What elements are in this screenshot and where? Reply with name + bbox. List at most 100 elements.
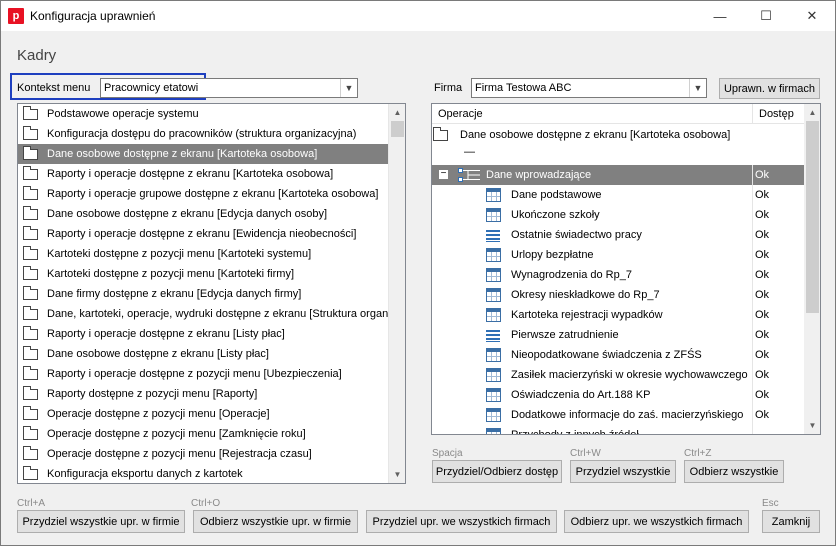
tree-item-label: Dane podstawowe [511,189,602,201]
table-icon [486,308,501,322]
tree-item-row[interactable]: Zasiłek macierzyński w okresie wychowawc… [432,365,805,385]
tree-item-access: Ok [755,269,770,281]
maximize-button[interactable]: ☐ [743,1,789,31]
list-item[interactable]: Konfiguracja eksportu danych z kartotek [18,464,390,483]
list-item[interactable]: Raporty i operacje dostępne z pozycji me… [18,364,390,384]
grant-all-in-firm-button[interactable]: Przydziel wszystkie upr. w firmie [17,510,185,533]
column-dostep[interactable]: Dostęp [759,108,794,120]
folder-icon [23,145,38,160]
list-item[interactable]: Operacje dostępne z pozycji menu [Rejest… [18,444,390,464]
chevron-down-icon[interactable]: ▼ [340,79,357,97]
list-item[interactable]: Raporty dostępne z pozycji menu [Raporty… [18,384,390,404]
collapse-icon[interactable]: − [438,169,449,180]
tree-item-label: Nieopodatkowane świadczenia z ZFŚS [511,349,702,361]
close-window-button[interactable]: ✕ [789,1,835,31]
tree-item-row[interactable]: Ukończone szkoły Ok [432,205,805,225]
tree-item-row[interactable]: Wynagrodzenia do Rp_7 Ok [432,265,805,285]
grant-all-button[interactable]: Przydziel wszystkie [570,460,676,483]
hint-ctrl-z: Ctrl+Z [684,448,712,459]
tree-scrollbar[interactable]: ▲ ▼ [804,104,820,434]
hint-esc: Esc [762,498,779,509]
toggle-access-button[interactable]: Przydziel/Odbierz dostęp [432,460,562,483]
list-item[interactable]: Raporty i operacje dostępne z ekranu [Li… [18,324,390,344]
column-divider [752,104,753,124]
list-item[interactable]: Raporty i operacje dostępne z ekranu [Ew… [18,224,390,244]
list-item[interactable]: Raporty i operacje dostępne z ekranu [Ka… [18,164,390,184]
context-label: Kontekst menu [17,82,91,94]
scroll-down-icon[interactable]: ▼ [804,417,820,434]
tree-group-row[interactable]: − Dane wprowadzające Ok [432,165,805,185]
permission-groups-list[interactable]: Konfiguracja eksportu danych z kartotek O… [17,103,406,484]
tree-item-access: Ok [755,289,770,301]
tree-root-row[interactable]: Dane osobowe dostępne z ekranu [Kartotek… [432,125,805,145]
folder-icon [23,285,38,300]
grant-in-all-firms-button[interactable]: Przydziel upr. we wszystkich firmach [366,510,557,533]
tree-item-label: Zasiłek macierzyński w okresie wychowawc… [511,369,748,381]
folder-icon [23,265,38,280]
revoke-in-all-firms-button[interactable]: Odbierz upr. we wszystkich firmach [564,510,749,533]
tree-item-row[interactable]: Oświadczenia do Art.188 KP Ok [432,385,805,405]
table-icon [486,208,501,222]
scroll-thumb[interactable] [806,121,819,313]
tree-item-row[interactable]: Przychody z innych źródeł [432,425,805,434]
list-item[interactable]: Dane osobowe dostępne z ekranu [Edycja d… [18,204,390,224]
scroll-up-icon[interactable]: ▲ [804,104,820,121]
folder-icon [23,445,38,460]
close-button[interactable]: Zamknij [762,510,820,533]
list-item-label: Raporty i operacje dostępne z ekranu [Li… [47,328,285,340]
list-item[interactable]: Dane osobowe dostępne z ekranu [Kartotek… [18,144,390,164]
stack-icon [486,328,500,342]
list-item-label: Dane osobowe dostępne z ekranu [Kartotek… [47,148,318,160]
list-item[interactable]: Podstawowe operacje systemu [18,104,390,124]
list-item[interactable]: Dane firmy dostępne z ekranu [Edycja dan… [18,284,390,304]
tree-item-access: Ok [755,409,770,421]
tree-item-row[interactable]: Urlopy bezpłatne Ok [432,245,805,265]
tree-item-row[interactable]: Pierwsze zatrudnienie Ok [432,325,805,345]
folder-icon [23,465,38,480]
minimize-button[interactable]: — [697,1,743,31]
chevron-down-icon[interactable]: ▼ [689,79,706,97]
tree-item-label: Dodatkowe informacje do zaś. macierzyńsk… [511,409,744,421]
hint-ctrl-o: Ctrl+O [191,498,221,509]
column-divider [752,185,753,205]
list-item[interactable]: Dane osobowe dostępne z ekranu [Listy pł… [18,344,390,364]
revoke-all-in-firm-button[interactable]: Odbierz wszystkie upr. w firmie [193,510,358,533]
context-menu-select[interactable]: Pracownicy etatowi ▼ [100,78,358,98]
list-item-label: Dane osobowe dostępne z ekranu [Listy pł… [47,348,269,360]
folder-icon [23,365,38,380]
tree-item-row[interactable]: Dodatkowe informacje do zaś. macierzyńsk… [432,405,805,425]
tree-item-row[interactable]: Ostatnie świadectwo pracy Ok [432,225,805,245]
list-item[interactable]: Operacje dostępne z pozycji menu [Operac… [18,404,390,424]
tree-item-row[interactable]: Kartoteka rejestracji wypadków Ok [432,305,805,325]
table-icon [486,268,501,282]
column-divider [752,245,753,265]
tree-item-row[interactable]: Nieopodatkowane świadczenia z ZFŚS Ok [432,345,805,365]
firm-permissions-button[interactable]: Uprawn. w firmach [719,78,820,99]
list-item-label: Kartoteki dostępne z pozycji menu [Karto… [47,248,312,260]
list-item[interactable]: Kartoteki dostępne z pozycji menu [Karto… [18,264,390,284]
context-value: Pracownicy etatowi [104,82,199,94]
revoke-all-button[interactable]: Odbierz wszystkie [684,460,784,483]
list-scrollbar[interactable]: ▲ ▼ [388,104,405,483]
tree-item-row[interactable]: Okresy nieskładkowe do Rp_7 Ok [432,285,805,305]
tree-item-row[interactable]: Dane podstawowe Ok [432,185,805,205]
list-item[interactable]: Kartoteki dostępne z pozycji menu [Karto… [18,244,390,264]
firma-select[interactable]: Firma Testowa ABC ▼ [471,78,707,98]
column-divider [752,325,753,345]
column-divider [752,305,753,325]
tree-item-label: Okresy nieskładkowe do Rp_7 [511,289,660,301]
list-item[interactable]: Dane, kartoteki, operacje, wydruki dostę… [18,304,390,324]
scroll-up-icon[interactable]: ▲ [389,104,405,121]
column-operacje[interactable]: Operacje [438,108,483,120]
scroll-down-icon[interactable]: ▼ [389,466,405,483]
list-item[interactable]: Konfiguracja dostępu do pracowników (str… [18,124,390,144]
list-item[interactable]: Raporty i operacje grupowe dostępne z ek… [18,184,390,204]
list-item-label: Raporty i operacje dostępne z ekranu [Ew… [47,228,357,240]
list-item-label: Kartoteki dostępne z pozycji menu [Karto… [47,268,294,280]
scroll-thumb[interactable] [391,121,404,137]
folder-icon [23,425,38,440]
operations-tree[interactable]: Operacje Dostęp Dane osobowe dostępne z … [431,103,821,435]
hint-ctrl-w: Ctrl+W [570,448,601,459]
list-item[interactable]: Operacje dostępne z pozycji menu [Zamkni… [18,424,390,444]
list-item-label: Konfiguracja eksportu danych z kartotek [47,468,243,480]
